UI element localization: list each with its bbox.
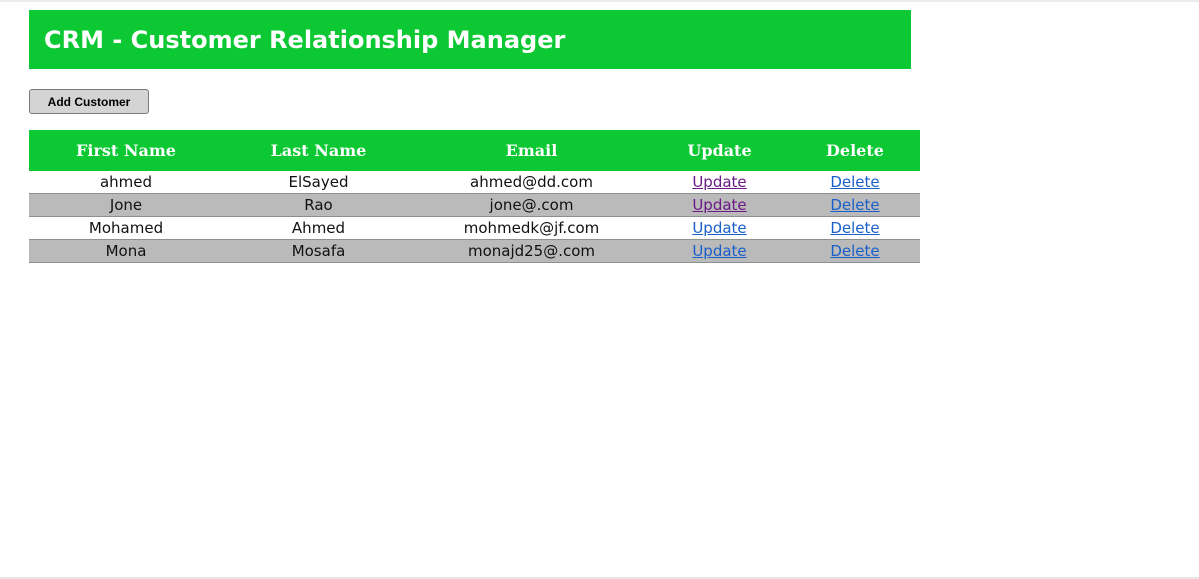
table-row: Mohamed Ahmed mohmedk@jf.com Update Dele… xyxy=(29,216,920,240)
cell-update: Update xyxy=(649,216,790,240)
delete-link[interactable]: Delete xyxy=(830,219,879,237)
cell-last-name: ElSayed xyxy=(223,171,414,194)
delete-link[interactable]: Delete xyxy=(830,242,879,260)
cell-last-name: Rao xyxy=(223,193,414,217)
table-row: ahmed ElSayed ahmed@dd.com Update Delete xyxy=(29,171,920,194)
cell-first-name: Mona xyxy=(29,239,223,263)
cell-email: jone@.com xyxy=(414,193,649,217)
delete-link[interactable]: Delete xyxy=(830,196,879,214)
delete-link[interactable]: Delete xyxy=(830,173,879,191)
cell-email: mohmedk@jf.com xyxy=(414,216,649,240)
cell-first-name: Mohamed xyxy=(29,216,223,240)
top-divider xyxy=(0,0,1199,2)
cell-delete: Delete xyxy=(790,193,920,217)
table-row: Jone Rao jone@.com Update Delete xyxy=(29,193,920,217)
column-header-email: Email xyxy=(414,130,649,171)
update-link[interactable]: Update xyxy=(692,242,746,260)
cell-delete: Delete xyxy=(790,171,920,194)
cell-delete: Delete xyxy=(790,239,920,263)
cell-delete: Delete xyxy=(790,216,920,240)
update-link[interactable]: Update xyxy=(692,196,746,214)
customers-table: First Name Last Name Email Update Delete… xyxy=(29,130,920,263)
page-title: CRM - Customer Relationship Manager xyxy=(44,26,566,54)
cell-update: Update xyxy=(649,193,790,217)
cell-first-name: ahmed xyxy=(29,171,223,194)
cell-email: monajd25@.com xyxy=(414,239,649,263)
cell-last-name: Ahmed xyxy=(223,216,414,240)
add-customer-button[interactable]: Add Customer xyxy=(29,89,149,114)
column-header-update: Update xyxy=(649,130,790,171)
column-header-last-name: Last Name xyxy=(223,130,414,171)
cell-last-name: Mosafa xyxy=(223,239,414,263)
table-row: Mona Mosafa monajd25@.com Update Delete xyxy=(29,239,920,263)
update-link[interactable]: Update xyxy=(692,219,746,237)
column-header-delete: Delete xyxy=(790,130,920,171)
table-header-row: First Name Last Name Email Update Delete xyxy=(29,130,920,171)
update-link[interactable]: Update xyxy=(692,173,746,191)
cell-email: ahmed@dd.com xyxy=(414,171,649,194)
app-header: CRM - Customer Relationship Manager xyxy=(29,10,911,69)
column-header-first-name: First Name xyxy=(29,130,223,171)
cell-first-name: Jone xyxy=(29,193,223,217)
cell-update: Update xyxy=(649,239,790,263)
cell-update: Update xyxy=(649,171,790,194)
